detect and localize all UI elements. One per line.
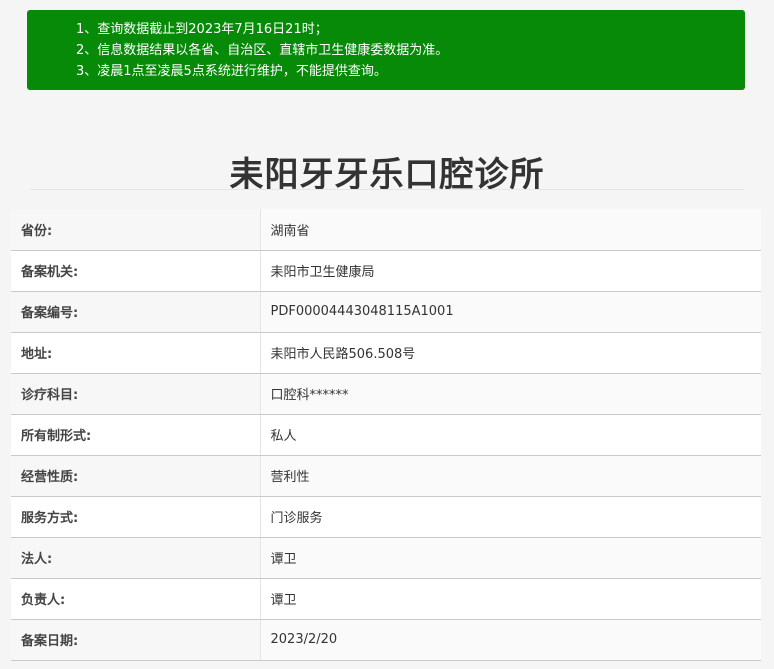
address-value: 耒阳市人民路506.508号 xyxy=(259,331,761,374)
person-in-charge-value: 谭卫 xyxy=(259,577,761,620)
registration-date-value: 2023/2/20 xyxy=(259,618,761,661)
notice-line-3: 3、凌晨1点至凌晨5点系统进行维护，不能提供查询。 xyxy=(76,64,387,79)
departments-label: 诊疗科目: xyxy=(11,372,260,415)
table-row-registration-number: 备案编号: PDF00004443048115A1001 xyxy=(11,290,761,333)
table-row-registration-date: 备案日期: 2023/2/20 xyxy=(11,618,761,661)
notice-line-1: 1、查询数据截止到2023年7月16日21时； xyxy=(76,22,328,37)
table-row-person-in-charge: 负责人: 谭卫 xyxy=(11,577,761,620)
service-mode-value: 门诊服务 xyxy=(259,495,761,538)
ownership-label: 所有制形式: xyxy=(11,413,260,456)
table-row-departments: 诊疗科目: 口腔科****** xyxy=(11,372,761,415)
table-row-service-mode: 服务方式: 门诊服务 xyxy=(11,495,761,538)
province-label: 省份: xyxy=(11,209,260,251)
business-nature-label: 经营性质: xyxy=(11,454,260,497)
registration-date-label: 备案日期: xyxy=(11,618,260,661)
ownership-value: 私人 xyxy=(259,413,761,456)
person-in-charge-label: 负责人: xyxy=(11,577,260,620)
province-value: 湖南省 xyxy=(259,209,761,251)
table-row-ownership: 所有制形式: 私人 xyxy=(11,413,761,456)
table-row-province: 省份: 湖南省 xyxy=(11,209,761,251)
service-mode-label: 服务方式: xyxy=(11,495,260,538)
departments-value: 口腔科****** xyxy=(259,372,761,415)
legal-representative-label: 法人: xyxy=(11,536,260,579)
table-row-legal-representative: 法人: 谭卫 xyxy=(11,536,761,579)
page-title: 耒阳牙牙乐口腔诊所 xyxy=(229,154,545,195)
table-row-registration-authority: 备案机关: 耒阳市卫生健康局 xyxy=(11,249,761,292)
table-row-business-nature: 经营性质: 营利性 xyxy=(11,454,761,497)
registration-authority-label: 备案机关: xyxy=(11,249,260,292)
registration-authority-value: 耒阳市卫生健康局 xyxy=(259,249,761,292)
clinic-info-table: 省份: 湖南省 备案机关: 耒阳市卫生健康局 备案编号: PDF00004443… xyxy=(11,209,761,661)
registration-number-value: PDF00004443048115A1001 xyxy=(259,290,761,333)
table-row-address: 地址: 耒阳市人民路506.508号 xyxy=(11,331,761,374)
legal-representative-value: 谭卫 xyxy=(259,536,761,579)
business-nature-value: 营利性 xyxy=(259,454,761,497)
address-label: 地址: xyxy=(11,331,260,374)
notice-line-2: 2、信息数据结果以各省、自治区、直辖市卫生健康委数据为准。 xyxy=(76,43,449,58)
title-divider xyxy=(30,189,744,190)
registration-number-label: 备案编号: xyxy=(11,290,260,333)
notice-banner: 1、查询数据截止到2023年7月16日21时； 2、信息数据结果以各省、自治区、… xyxy=(27,10,745,90)
